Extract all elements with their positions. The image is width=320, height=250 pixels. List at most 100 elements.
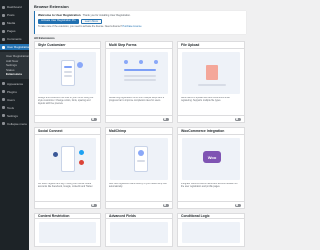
multi-step-illustration (110, 52, 168, 94)
user-registration-submenu: User Registration Add New Settings Statu… (0, 52, 29, 79)
mailchimp-icon (138, 150, 144, 156)
card-title: WooCommerce Integration (181, 129, 225, 133)
extension-card-advanced-fields: Advanced Fields (105, 213, 173, 247)
card-header: Conditional Logic (178, 214, 244, 219)
learn-more-button[interactable]: Learn More (80, 18, 103, 24)
card-header: MailChimp (106, 128, 172, 135)
palette-icon (77, 62, 83, 68)
sidebar-item-collapse[interactable]: Collapse menu (0, 121, 29, 127)
activate-pro-button[interactable]: Activate User Registration Pro (38, 18, 79, 24)
style-customizer-illustration (39, 52, 96, 94)
content-restriction-illustration (39, 222, 96, 243)
card-description: Add new registered users directly to you… (109, 183, 167, 188)
mailchimp-illustration (110, 138, 168, 180)
sidebar-item-dashboard[interactable]: Dashboard (0, 4, 29, 10)
card-footer (178, 201, 244, 208)
conditional-logic-illustration (182, 222, 240, 243)
card-header: Content Restriction (35, 214, 100, 219)
illustration-line (64, 75, 72, 77)
extension-card-content-restriction: Content Restriction (34, 213, 101, 247)
extension-card-file-upload: File Upload Allow users to upload files … (177, 41, 245, 123)
sidebar-item-media[interactable]: Media (0, 20, 29, 26)
card-footer (106, 201, 172, 208)
card-title: Content Restriction (38, 214, 70, 218)
file-icon (206, 65, 218, 80)
card-header: Social Connect (35, 128, 100, 135)
page-title: Browse Extension (34, 4, 69, 9)
notice-button-row: Activate User Registration Pro Learn Mor… (38, 18, 243, 24)
wrench-icon (2, 106, 5, 110)
illustration-line (137, 160, 145, 162)
media-icon (2, 21, 5, 25)
sidebar-item-user-registration[interactable]: User Registration (0, 44, 30, 50)
sidebar-item-tools[interactable]: Tools (0, 105, 29, 111)
activate-toggle[interactable] (163, 203, 169, 207)
card-header: WooCommerce Integration (178, 128, 244, 135)
comment-icon (2, 37, 5, 41)
progress-bar (124, 69, 156, 71)
gear-icon (2, 114, 5, 118)
card-title: Conditional Logic (181, 214, 210, 218)
collapse-icon (2, 122, 5, 126)
activate-toggle[interactable] (235, 203, 241, 207)
extension-card-woocommerce-integration: WooCommerce Integration Woo Integrate Wo… (177, 127, 245, 209)
users-icon (2, 98, 5, 102)
advanced-fields-illustration (110, 222, 168, 243)
card-header: Style Customizer (35, 42, 100, 49)
activate-toggle[interactable] (91, 203, 97, 207)
extension-card-style-customizer: Style Customizer Design and customize th… (34, 41, 101, 123)
activate-toggle[interactable] (91, 117, 97, 121)
social-connect-illustration (39, 138, 96, 180)
submenu-item-extensions[interactable]: Extensions (0, 72, 29, 77)
extension-card-social-connect: Social Connect Let users register and lo… (34, 127, 101, 209)
step-two-icon (139, 60, 143, 64)
sidebar-top-items: Dashboard Posts Media Pages Comments (0, 0, 29, 42)
card-header: File Upload (178, 42, 244, 49)
illustration-line (124, 75, 156, 77)
card-title: Social Connect (38, 129, 63, 133)
admin-sidebar: Dashboard Posts Media Pages Comments Use… (0, 0, 30, 250)
brush-icon (2, 82, 5, 86)
sidebar-item-settings[interactable]: Settings (0, 113, 29, 119)
user-icon (2, 45, 5, 49)
card-description: Let users register and log in using thei… (38, 183, 93, 188)
activate-toggle[interactable] (163, 117, 169, 121)
license-notice-text: To take care of the extension, you need … (38, 25, 122, 28)
phone-mockup (61, 60, 75, 86)
sidebar-item-posts[interactable]: Posts (0, 12, 29, 18)
phone-mockup (61, 146, 75, 172)
license-notice-line: To take care of the extension, you need … (38, 25, 243, 28)
welcome-notice: Welcome to User Registration Thank you f… (34, 11, 246, 34)
woocommerce-illustration: Woo (182, 138, 240, 180)
sidebar-item-comments[interactable]: Comments (0, 36, 29, 42)
extension-card-mailchimp: MailChimp Add new registered users direc… (105, 127, 173, 209)
card-title: Style Customizer (38, 43, 66, 47)
step-three-icon (154, 60, 158, 64)
extensions-grid: Style Customizer Design and customize th… (34, 41, 246, 247)
purchase-license-link[interactable]: Purchase License (123, 25, 142, 28)
card-footer (35, 201, 100, 208)
extension-card-multi-step-forms: Multi Step Forms Break long registration… (105, 41, 173, 123)
illustration-line (198, 84, 226, 86)
sidebar-item-plugins[interactable]: Plugins (0, 89, 29, 95)
illustration-line (64, 71, 72, 73)
sidebar-item-pages[interactable]: Pages (0, 28, 29, 34)
notice-heading-row: Welcome to User Registration Thank you f… (38, 13, 243, 17)
extension-card-conditional-logic: Conditional Logic (177, 213, 245, 247)
card-footer (178, 115, 244, 122)
card-title: MailChimp (109, 129, 127, 133)
pin-icon (2, 13, 5, 17)
sidebar-item-appearance[interactable]: Appearance (0, 81, 29, 87)
card-header: Multi Step Forms (106, 42, 172, 49)
illustration-line (124, 79, 156, 81)
file-upload-illustration (182, 52, 240, 94)
activate-toggle[interactable] (235, 117, 241, 121)
card-header: Advanced Fields (106, 214, 172, 219)
card-title: Multi Step Forms (109, 43, 137, 47)
facebook-icon (53, 152, 58, 157)
woocommerce-logo-icon: Woo (203, 151, 221, 163)
dashboard-icon (2, 5, 5, 9)
sidebar-item-users[interactable]: Users (0, 97, 29, 103)
plugin-icon (2, 90, 5, 94)
twitter-icon (79, 150, 84, 155)
